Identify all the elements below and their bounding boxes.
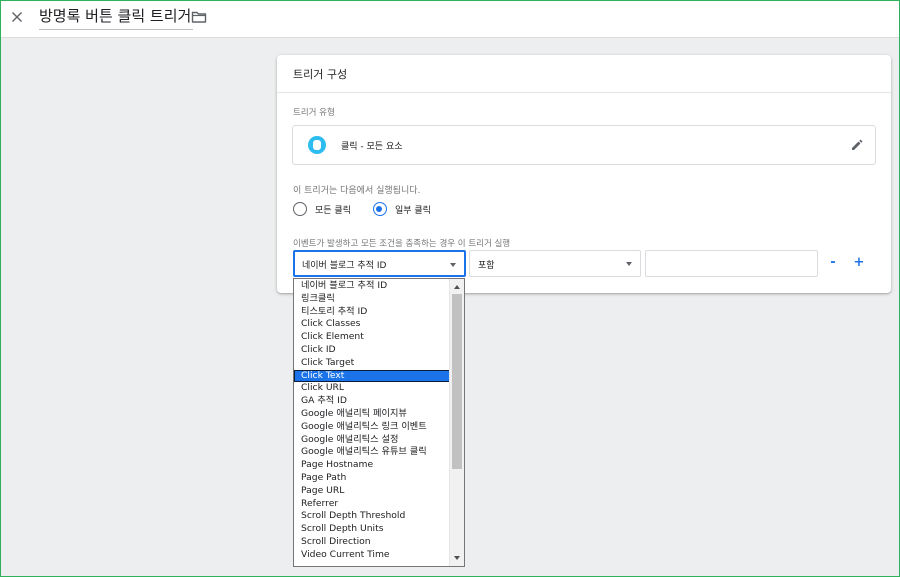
dropdown-option[interactable]: GA 추적 ID: [294, 395, 451, 408]
trigger-type-value: 클릭 - 모든 요소: [341, 142, 403, 152]
card-title: 트리거 구성: [277, 55, 891, 93]
radio-all-clicks[interactable]: [293, 202, 307, 216]
dropdown-scrollbar[interactable]: [449, 279, 464, 566]
dropdown-option[interactable]: Page Path: [294, 472, 451, 485]
dropdown-option[interactable]: Click ID: [294, 344, 451, 357]
dropdown-option[interactable]: Click Target: [294, 357, 451, 370]
chevron-down-icon: [626, 262, 632, 266]
fires-on-radio-group: 모든 클릭 일부 클릭: [293, 201, 453, 217]
dropdown-option[interactable]: 티스토리 추적 ID: [294, 306, 451, 319]
operator-select[interactable]: 포함: [469, 250, 641, 277]
close-icon: [12, 12, 22, 22]
variable-select-value: 네이버 블로그 추적 ID: [302, 261, 387, 271]
add-condition-button[interactable]: +: [852, 256, 866, 270]
trigger-type-selector[interactable]: 클릭 - 모든 요소: [292, 125, 876, 165]
dropdown-option[interactable]: Scroll Depth Units: [294, 523, 451, 536]
dropdown-option[interactable]: Google 애널리틱스 유튜브 클릭: [294, 446, 451, 459]
edit-pencil-icon[interactable]: [850, 138, 864, 152]
dropdown-option[interactable]: Page URL: [294, 485, 451, 498]
radio-all-clicks-label: 모든 클릭: [315, 205, 351, 216]
scroll-up-arrow-icon[interactable]: [454, 285, 460, 289]
dropdown-options: 네이버 블로그 추적 ID 링크클릭 티스토리 추적 ID Click Classes…: [294, 280, 451, 562]
top-bar: 방명록 버튼 클릭 트리거: [0, 0, 900, 38]
dropdown-option[interactable]: Scroll Direction: [294, 536, 451, 549]
trigger-name-field[interactable]: 방명록 버튼 클릭 트리거: [39, 6, 194, 30]
folder-icon: [191, 11, 207, 23]
dropdown-option[interactable]: 네이버 블로그 추적 ID: [294, 280, 451, 293]
click-trigger-icon: [308, 136, 326, 154]
dropdown-option[interactable]: 링크클릭: [294, 293, 451, 306]
condition-label: 이벤트가 발생하고 모든 조건을 충족하는 경우 이 트리거 실행: [293, 239, 511, 249]
dropdown-option[interactable]: Page Hostname: [294, 459, 451, 472]
close-button[interactable]: [8, 8, 26, 26]
dropdown-option[interactable]: Click Text: [294, 369, 451, 383]
operator-select-value: 포함: [478, 261, 495, 271]
dropdown-option[interactable]: Video Current Time: [294, 549, 451, 562]
folder-button[interactable]: [191, 9, 209, 25]
trigger-config-card: 트리거 구성 트리거 유형 클릭 - 모든 요소 이 트리거는 다음에서 실행됩…: [277, 55, 891, 293]
remove-condition-button[interactable]: -: [826, 256, 840, 270]
dropdown-option[interactable]: Click Element: [294, 331, 451, 344]
dropdown-option[interactable]: Click Classes: [294, 318, 451, 331]
variable-dropdown-list[interactable]: 네이버 블로그 추적 ID 링크클릭 티스토리 추적 ID Click Classes…: [293, 278, 465, 567]
chevron-down-icon: [450, 263, 456, 267]
dropdown-option[interactable]: Google 애널리틱 페이지뷰: [294, 408, 451, 421]
fires-on-label: 이 트리거는 다음에서 실행됩니다.: [293, 186, 421, 196]
trigger-type-label: 트리거 유형: [293, 108, 335, 118]
variable-select[interactable]: 네이버 블로그 추적 ID: [293, 250, 466, 277]
dropdown-option[interactable]: Scroll Depth Threshold: [294, 510, 451, 523]
dropdown-option[interactable]: Google 애널리틱스 링크 이벤트: [294, 421, 451, 434]
dropdown-option[interactable]: Click URL: [294, 382, 451, 395]
page-title: 방명록 버튼 클릭 트리거: [39, 7, 192, 25]
radio-some-clicks-label: 일부 클릭: [394, 205, 431, 216]
scrollbar-thumb[interactable]: [452, 294, 462, 469]
dropdown-option[interactable]: Referrer: [294, 498, 451, 511]
radio-some-clicks[interactable]: [372, 202, 387, 216]
scroll-down-arrow-icon[interactable]: [454, 556, 460, 560]
condition-value-input[interactable]: [645, 250, 818, 277]
dropdown-option[interactable]: Google 애널리틱스 설정: [294, 434, 451, 447]
